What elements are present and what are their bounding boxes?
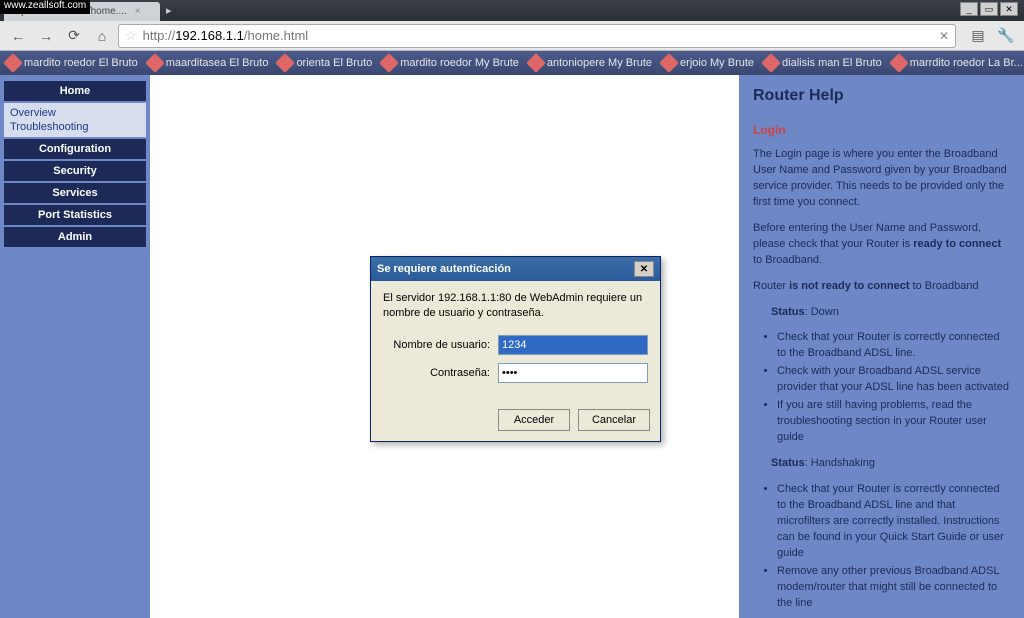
help-paragraph: Router is not ready to connect to Broadb… <box>753 279 1010 295</box>
password-input[interactable] <box>498 363 648 383</box>
new-tab-button[interactable]: ▸ <box>166 4 172 17</box>
nav-troubleshooting[interactable]: Troubleshooting <box>10 120 140 134</box>
dialog-close-button[interactable]: ✕ <box>634 261 654 277</box>
dialog-cancel-button[interactable]: Cancelar <box>578 409 650 431</box>
page-menu-button[interactable]: ▤ <box>966 24 990 48</box>
bookmark-icon <box>3 53 23 73</box>
help-list-item: Remove any other previous Broadband ADSL… <box>777 564 1010 612</box>
bookmark-icon <box>145 53 165 73</box>
sidebar: Home Overview Troubleshooting Configurat… <box>0 75 150 618</box>
nav-overview[interactable]: Overview <box>10 106 140 120</box>
help-list-item: Check that your Router is correctly conn… <box>777 482 1010 562</box>
auth-dialog: Se requiere autenticación ✕ El servidor … <box>370 256 661 442</box>
bookmark-icon <box>526 53 546 73</box>
url-bar[interactable]: ☆ http://192.168.1.1/home.html ✕ <box>118 24 956 48</box>
bookmark-item[interactable]: mardito roedor El Bruto <box>6 56 138 70</box>
tab-close-icon[interactable]: × <box>135 6 141 17</box>
bookmark-item[interactable]: dialisis man El Bruto <box>764 56 882 70</box>
url-text-prefix: http:// <box>143 28 176 43</box>
bookmark-item[interactable]: mardito roedor My Brute <box>382 56 519 70</box>
nav-security[interactable]: Security <box>4 161 146 181</box>
help-list-item: Check that your Router is correctly conn… <box>777 330 1010 362</box>
help-list-item: If you are still having problems, read t… <box>777 398 1010 446</box>
bookmark-item[interactable]: orienta El Bruto <box>278 56 372 70</box>
dialog-title: Se requiere autenticación <box>377 263 511 275</box>
window-maximize-button[interactable]: ▭ <box>980 2 998 16</box>
dialog-message: El servidor 192.168.1.1:80 de WebAdmin r… <box>383 291 648 321</box>
forward-button[interactable]: → <box>34 24 58 48</box>
help-list-handshaking: Check that your Router is correctly conn… <box>753 482 1010 612</box>
help-panel: Router Help Login The Login page is wher… <box>739 75 1024 618</box>
help-login-heading: Login <box>753 123 1010 137</box>
bookmark-item[interactable]: antoniopere My Brute <box>529 56 652 70</box>
bookmark-icon <box>761 53 781 73</box>
username-label: Nombre de usuario: <box>383 339 490 351</box>
help-body: The Login page is where you enter the Br… <box>753 147 1010 611</box>
bookmark-star-icon[interactable]: ☆ <box>125 28 137 44</box>
url-text-path: /home.html <box>244 28 308 43</box>
home-button[interactable]: ⌂ <box>90 24 114 48</box>
bookmark-item[interactable]: erjoio My Brute <box>662 56 754 70</box>
nav-port-statistics[interactable]: Port Statistics <box>4 205 146 225</box>
username-input[interactable] <box>498 335 648 355</box>
window-close-button[interactable]: ✕ <box>1000 2 1018 16</box>
help-paragraph: The Login page is where you enter the Br… <box>753 147 1010 211</box>
help-list-down: Check that your Router is correctly conn… <box>753 330 1010 446</box>
reload-button[interactable]: ⟳ <box>62 24 86 48</box>
help-title: Router Help <box>753 87 1010 105</box>
bookmark-icon <box>889 53 909 73</box>
nav-home-subpane: Overview Troubleshooting <box>4 103 146 137</box>
window-minimize-button[interactable]: _ <box>960 2 978 16</box>
bookmarks-bar: mardito roedor El Bruto maarditasea El B… <box>0 51 1024 75</box>
password-label: Contraseña: <box>383 367 490 379</box>
bookmark-item[interactable]: marrdito roedor La Br... <box>892 56 1023 70</box>
browser-toolbar: ← → ⟳ ⌂ ☆ http://192.168.1.1/home.html ✕… <box>0 21 1024 51</box>
back-button[interactable]: ← <box>6 24 30 48</box>
watermark: www.zeallsoft.com <box>0 0 90 14</box>
nav-configuration[interactable]: Configuration <box>4 139 146 159</box>
browser-titlebar: http://192.168.1.1/home.... × ▸ _ ▭ ✕ <box>0 0 1024 21</box>
status-down: Status: Down <box>771 305 1010 321</box>
help-list-item: Check with your Broadband ADSL service p… <box>777 364 1010 396</box>
nav-home[interactable]: Home <box>4 81 146 101</box>
dialog-ok-button[interactable]: Acceder <box>498 409 570 431</box>
bookmark-icon <box>379 53 399 73</box>
bookmark-icon <box>659 53 679 73</box>
help-paragraph: Before entering the User Name and Passwo… <box>753 221 1010 269</box>
nav-services[interactable]: Services <box>4 183 146 203</box>
bookmark-item[interactable]: maarditasea El Bruto <box>148 56 269 70</box>
url-text-host: 192.168.1.1 <box>175 28 244 43</box>
wrench-menu-button[interactable]: 🔧 <box>994 24 1018 48</box>
bookmark-icon <box>276 53 296 73</box>
status-handshaking: Status: Handshaking <box>771 456 1010 472</box>
nav-admin[interactable]: Admin <box>4 227 146 247</box>
dialog-titlebar[interactable]: Se requiere autenticación ✕ <box>371 257 660 281</box>
url-clear-icon[interactable]: ✕ <box>939 29 949 43</box>
